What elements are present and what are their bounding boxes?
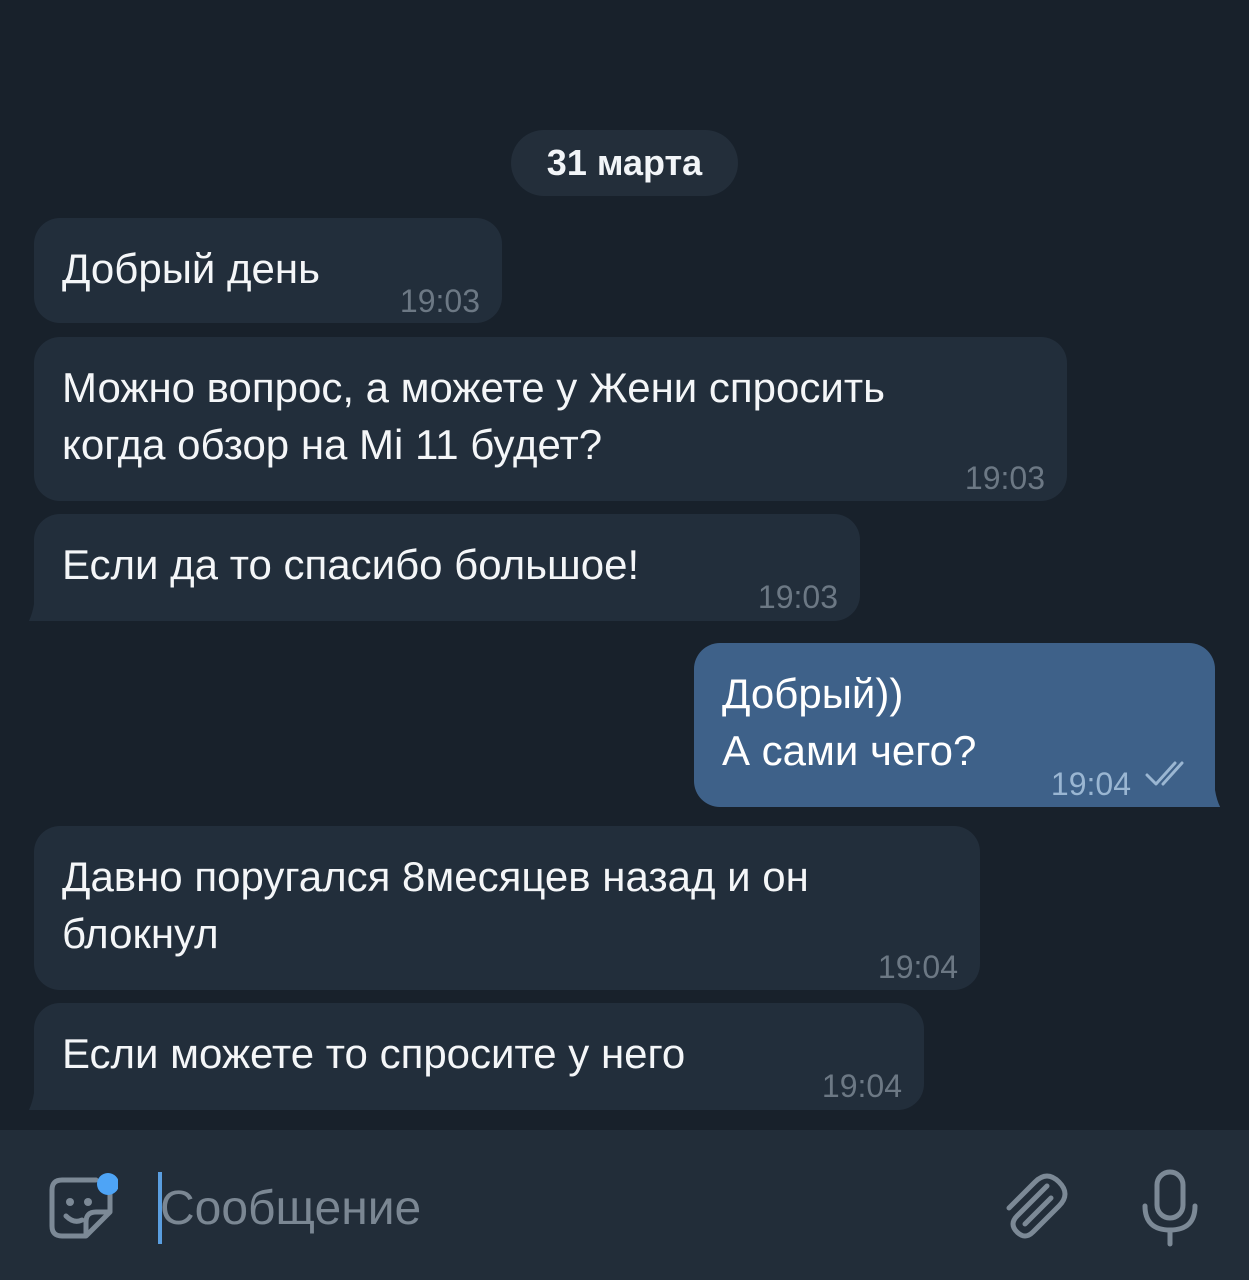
message-text: Можно вопрос, а можете у Жени спросить к…: [62, 364, 885, 468]
message-time: 19:03: [964, 460, 1045, 496]
voice-record-button[interactable]: [1135, 1168, 1205, 1248]
double-check-icon: [1145, 761, 1184, 786]
message-time: 19:03: [757, 579, 838, 615]
message-bubble-incoming[interactable]: Если можете то спросите у него 19:04: [28, 1003, 924, 1110]
message-bubble-incoming[interactable]: Если да то спасибо большое! 19:03: [28, 514, 860, 621]
message-bubble-outgoing[interactable]: Добрый)) А сами чего? 19:04: [694, 643, 1221, 807]
bubble-tail: [16, 591, 56, 621]
date-separator: 31 марта: [511, 130, 738, 196]
message-time: 19:04: [877, 949, 958, 985]
emoji-sticker-button[interactable]: [46, 1172, 119, 1244]
message-time: 19:04: [1050, 766, 1131, 802]
message-bubble-incoming[interactable]: Давно поругался 8месяцев назад и он блок…: [34, 826, 980, 990]
message-text: Если можете то спросите у него: [62, 1030, 686, 1077]
message-text: Если да то спасибо большое!: [62, 541, 640, 588]
message-text: Добрый)) А сами чего?: [722, 670, 977, 774]
bubble-tail: [1193, 777, 1233, 807]
message-time: 19:03: [399, 283, 480, 319]
message-text: Давно поругался 8месяцев назад и он блок…: [62, 853, 809, 957]
message-time: 19:04: [821, 1068, 902, 1104]
bubble-tail: [16, 1080, 56, 1110]
message-composer: [0, 1130, 1249, 1280]
microphone-icon: [1142, 1169, 1198, 1247]
attach-button[interactable]: [995, 1168, 1071, 1248]
message-input[interactable]: [160, 1170, 960, 1246]
message-bubble-incoming[interactable]: Добрый день 19:03: [34, 218, 502, 323]
message-bubble-incoming[interactable]: Можно вопрос, а можете у Жени спросить к…: [34, 337, 1067, 501]
date-separator-label: 31 марта: [546, 142, 703, 183]
chat-area: 31 марта Добрый день 19:03 Можно вопрос,…: [0, 0, 1249, 1130]
paperclip-icon: [1006, 1173, 1068, 1239]
sticker-emoji-icon: [49, 1173, 119, 1239]
message-text: Добрый день: [62, 245, 320, 292]
notification-dot: [97, 1173, 119, 1195]
